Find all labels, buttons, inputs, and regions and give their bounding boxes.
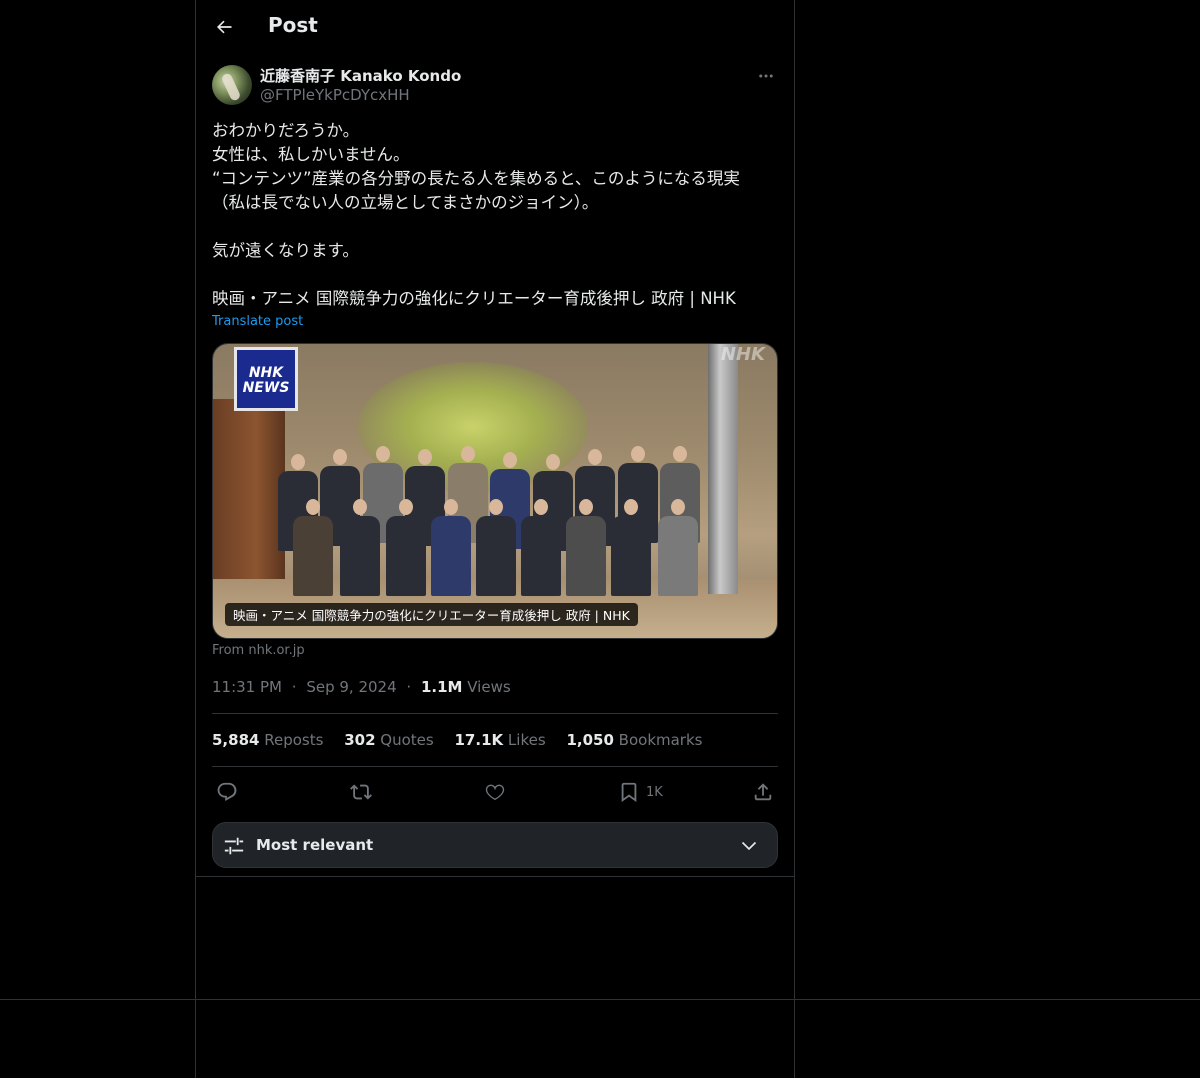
- card-source[interactable]: From nhk.or.jp: [212, 643, 305, 658]
- post-text-line: 女性は、私しかいません。: [212, 145, 410, 164]
- card-caption: 映画・アニメ 国際競争力の強化にクリエーター育成後押し 政府 | NHK: [225, 603, 638, 626]
- quotes-label: Quotes: [380, 731, 434, 749]
- sort-label: Most relevant: [256, 836, 374, 854]
- author-name[interactable]: 近藤香南子 Kanako Kondo: [260, 65, 461, 86]
- share-button[interactable]: [752, 778, 774, 806]
- share-icon: [754, 783, 772, 801]
- views-label: Views: [467, 678, 511, 696]
- author-handle[interactable]: @FTPleYkPcDYcxHH: [260, 86, 410, 104]
- more-icon: [759, 74, 773, 78]
- quotes-stat[interactable]: 302 Quotes: [344, 731, 434, 749]
- bookmarks-stat[interactable]: 1,050 Bookmarks: [566, 731, 702, 749]
- person-figure: [340, 499, 380, 596]
- bookmark-button[interactable]: 1K: [618, 778, 663, 806]
- reply-button[interactable]: [216, 778, 238, 806]
- nhk-news-logo: NHK NEWS: [234, 347, 298, 411]
- logo-line-1: NHK: [248, 365, 284, 381]
- reposts-count: 5,884: [212, 731, 260, 749]
- link-card[interactable]: NHK NEWS NHK 映画・アニメ 国際競争力の強化にクリエーター育成後押し…: [212, 343, 778, 639]
- quotes-count: 302: [344, 731, 376, 749]
- post-actions: 1K: [212, 778, 778, 806]
- person-figure: [521, 499, 561, 596]
- post-header: Post: [196, 0, 794, 54]
- post-text-line: おわかりだろうか。: [212, 121, 360, 140]
- divider: [212, 766, 778, 767]
- sort-replies-button[interactable]: Most relevant: [212, 822, 778, 868]
- post-stats: 5,884 Reposts 302 Quotes 17.1K Likes 1,0…: [212, 731, 718, 749]
- likes-count: 17.1K: [454, 731, 504, 749]
- reposts-label: Reposts: [264, 731, 324, 749]
- like-button[interactable]: [484, 778, 506, 806]
- chevron-down-icon: [741, 841, 757, 851]
- reposts-stat[interactable]: 5,884 Reposts: [212, 731, 323, 749]
- post-author: 近藤香南子 Kanako Kondo @FTPleYkPcDYcxHH: [212, 64, 778, 108]
- likes-label: Likes: [507, 731, 546, 749]
- back-arrow-icon: [217, 20, 232, 34]
- divider: [212, 713, 778, 714]
- bookmark-icon: [621, 782, 637, 803]
- group-photo: [268, 446, 708, 614]
- meta-separator: ·: [406, 678, 412, 696]
- post-text-line: （私は長でない人の立場としてまさかのジョイン）。: [212, 193, 599, 212]
- person-figure: [431, 499, 471, 596]
- repost-button[interactable]: [350, 778, 372, 806]
- like-icon: [485, 784, 505, 801]
- person-figure: [658, 499, 698, 596]
- post-text-line: 映画・アニメ 国際競争力の強化にクリエーター育成後押し 政府 | NHK: [212, 289, 736, 308]
- card-image-pillar: [708, 344, 738, 594]
- more-options-button[interactable]: [754, 64, 778, 88]
- bookmarks-label: Bookmarks: [618, 731, 703, 749]
- column-border-left: [195, 0, 196, 1078]
- person-figure: [386, 499, 426, 596]
- person-figure: [293, 499, 333, 596]
- column-border-right: [794, 0, 795, 1078]
- post-text-line: [212, 263, 778, 287]
- post-text-line: 気が遠くなります。: [212, 241, 359, 260]
- post-date[interactable]: Sep 9, 2024: [306, 678, 396, 696]
- avatar[interactable]: [212, 65, 252, 105]
- repost-icon: [350, 784, 372, 800]
- back-button[interactable]: [208, 11, 240, 43]
- card-image: NHK NEWS NHK: [213, 344, 777, 638]
- post-bottom-divider: [195, 876, 795, 877]
- reply-icon: [217, 782, 237, 801]
- page-divider: [0, 999, 1200, 1000]
- meta-separator: ·: [291, 678, 297, 696]
- post-meta: 11:31 PM · Sep 9, 2024 · 1.1M Views: [212, 678, 511, 696]
- post-text: おわかりだろうか。 女性は、私しかいません。 “コンテンツ”産業の各分野の長たる…: [212, 119, 778, 311]
- bookmark-count: 1K: [646, 784, 663, 800]
- page-title: Post: [268, 13, 318, 37]
- logo-line-2: NEWS: [242, 380, 290, 396]
- post-time[interactable]: 11:31 PM: [212, 678, 282, 696]
- filter-sliders-icon: [224, 837, 244, 855]
- views-count: 1.1M: [420, 678, 463, 696]
- translate-post-link[interactable]: Translate post: [212, 314, 303, 329]
- bookmarks-count: 1,050: [566, 731, 614, 749]
- person-figure: [476, 499, 516, 596]
- likes-stat[interactable]: 17.1K Likes: [455, 731, 546, 749]
- post-text-line: “コンテンツ”産業の各分野の長たる人を集めると、このようになる現実: [212, 169, 740, 188]
- post-text-line: [212, 215, 778, 239]
- nhk-watermark: NHK: [720, 344, 765, 365]
- person-figure: [611, 499, 651, 596]
- person-figure: [566, 499, 606, 596]
